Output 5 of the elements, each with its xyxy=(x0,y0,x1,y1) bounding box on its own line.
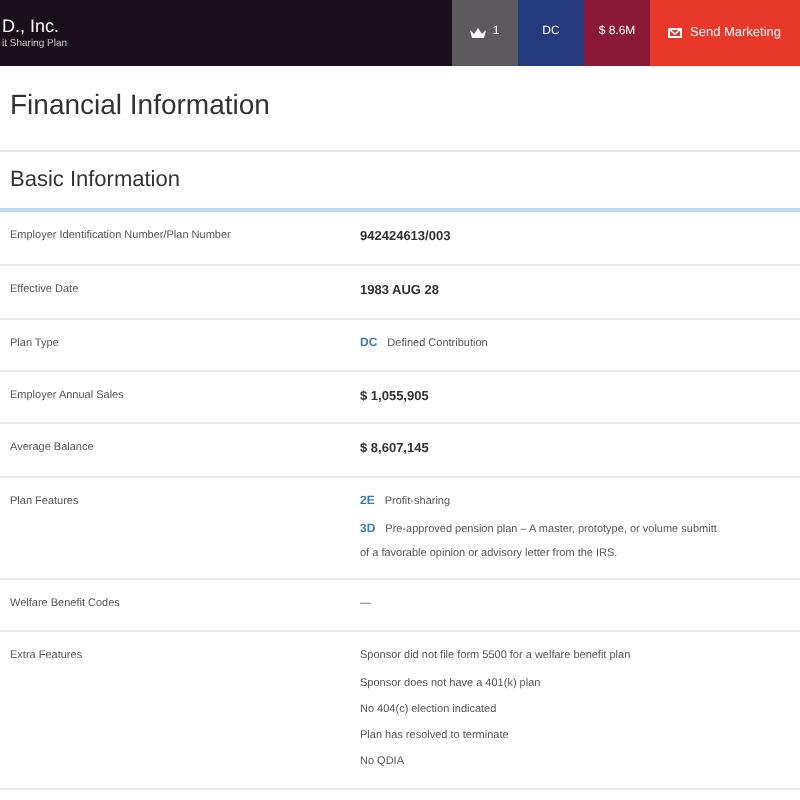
page-title: Financial Information xyxy=(8,86,272,124)
crown-icon xyxy=(470,27,487,39)
company-name: D., Inc. xyxy=(2,15,62,37)
section-title: Basic Information xyxy=(10,165,180,196)
mail-icon xyxy=(668,28,682,38)
